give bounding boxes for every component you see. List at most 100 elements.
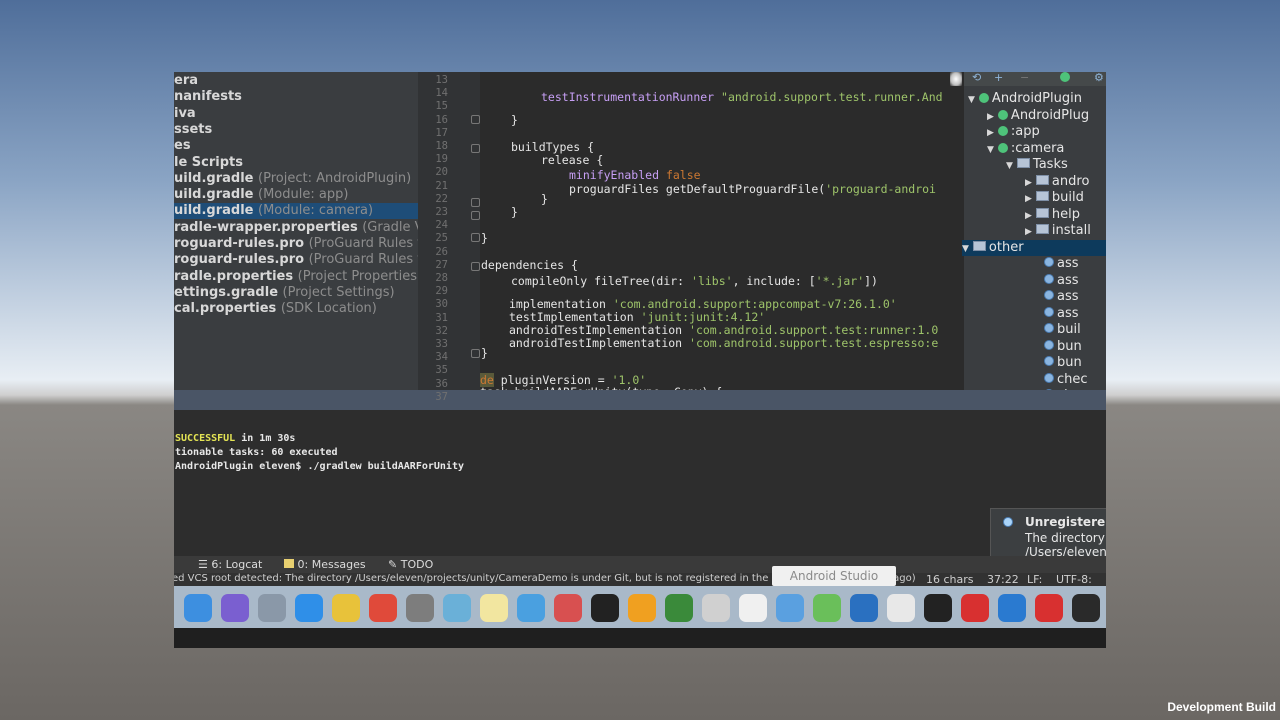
gradle-item-label: install [1051, 223, 1091, 238]
gradle-tree-item[interactable]: ▶ build [1025, 190, 1084, 206]
expand-down-icon[interactable]: ▼ [1006, 161, 1013, 171]
wechat-icon[interactable] [887, 594, 915, 622]
project-tree-item[interactable]: uild.gradle (Module: app) [174, 187, 348, 203]
expand-down-icon[interactable]: ▼ [987, 145, 994, 155]
project-tree-item[interactable]: le Scripts [174, 155, 243, 171]
code-editor[interactable]: testInstrumentationRunner "android.suppo… [480, 72, 964, 402]
gradle-tree-item[interactable]: ass [1044, 306, 1079, 322]
qq-icon[interactable] [924, 594, 952, 622]
project-tree-item[interactable]: ettings.gradle (Project Settings) [174, 285, 395, 301]
terminal-panel[interactable]: SUCCESSFUL in 1m 30s tionable tasks: 60 … [174, 410, 1106, 560]
project-tree-item[interactable]: nanifests [174, 89, 242, 105]
qq-alt-icon[interactable] [1035, 594, 1063, 622]
fold-marker[interactable] [471, 233, 480, 242]
gradle-icon[interactable] [1060, 72, 1070, 82]
status-message[interactable]: ed VCS root detected: The directory /Use… [174, 573, 811, 584]
expand-down-icon[interactable]: ▼ [962, 244, 969, 254]
line-number: 37 [435, 390, 448, 403]
fold-marker[interactable] [471, 144, 480, 153]
project-tree-item[interactable]: radle.properties (Project Properties) [174, 269, 422, 285]
unity-icon[interactable] [1072, 594, 1100, 622]
youdao-icon[interactable] [961, 594, 989, 622]
gradle-tree-item[interactable]: ▶ andro [1025, 174, 1089, 190]
fold-marker[interactable] [471, 349, 480, 358]
xcode-icon[interactable] [776, 594, 804, 622]
vscode-icon[interactable] [998, 594, 1026, 622]
expand-down-icon[interactable]: ▼ [968, 95, 975, 105]
project-tree-item[interactable]: uild.gradle (Project: AndroidPlugin) [174, 171, 411, 187]
expand-right-icon[interactable]: ▶ [1025, 227, 1032, 237]
project-tree-item[interactable]: roguard-rules.pro (ProGuard Rules for [174, 252, 435, 268]
gradle-tree-item[interactable]: ▼:camera [987, 141, 1064, 157]
settings-icon[interactable]: ⚙ [1094, 72, 1104, 84]
project-tree-item[interactable]: ssets [174, 122, 212, 138]
system-preferences-icon[interactable] [406, 594, 434, 622]
gradle-tree-item[interactable]: chec [1044, 372, 1088, 388]
photos-icon[interactable] [739, 594, 767, 622]
gradle-tree-item[interactable]: bun [1044, 355, 1082, 371]
code-token: implementation [509, 297, 613, 311]
gradle-tree-item[interactable]: ▶ AndroidPlug [987, 108, 1089, 124]
gradle-tree-item[interactable]: ▶:app [987, 124, 1040, 140]
gradle-tree-item[interactable]: ▼ other [962, 239, 1106, 256]
fold-marker[interactable] [471, 262, 480, 271]
expand-right-icon[interactable]: ▶ [987, 128, 994, 138]
expand-right-icon[interactable]: ▶ [987, 112, 994, 122]
fold-marker[interactable] [471, 198, 480, 207]
finder-icon[interactable] [184, 594, 212, 622]
project-item-hint: (Project: AndroidPlugin) [258, 170, 412, 186]
refresh-icon[interactable]: ⟲ [972, 72, 981, 84]
gradle-tree-item[interactable]: ▼ AndroidPlugin [968, 91, 1082, 107]
project-tree-item[interactable]: es [174, 138, 191, 154]
fold-marker[interactable] [471, 211, 480, 220]
add-icon[interactable]: + [994, 72, 1003, 84]
tab-logcat[interactable]: ☰ 6: Logcat [198, 558, 262, 571]
siri-icon[interactable] [221, 594, 249, 622]
fold-marker[interactable] [471, 115, 480, 124]
terminal-icon[interactable] [591, 594, 619, 622]
gradle-tree-item[interactable]: ▶ install [1025, 223, 1091, 239]
project-tree-item[interactable]: uild.gradle (Module: camera) [174, 203, 418, 220]
sublime-icon[interactable] [628, 594, 656, 622]
tab-messages[interactable]: 0: Messages [284, 558, 366, 571]
expand-right-icon[interactable]: ▶ [1025, 211, 1032, 221]
android-studio-icon[interactable] [813, 594, 841, 622]
keyboard-icon[interactable] [702, 594, 730, 622]
project-tree-item[interactable]: radle-wrapper.properties (Gradle Versi [174, 220, 446, 236]
status-encoding[interactable]: UTF-8: [1056, 573, 1092, 586]
gradle-tree-item[interactable]: ass [1044, 256, 1079, 272]
gradle-tree-item[interactable]: ▶ help [1025, 207, 1080, 223]
tab-todo[interactable]: ✎ TODO [388, 558, 433, 571]
project-tree-item[interactable]: era [174, 73, 198, 89]
line-number: 26 [435, 245, 448, 258]
gradle-tree-item[interactable]: ass [1044, 289, 1079, 305]
project-tree-item[interactable]: iva [174, 106, 196, 122]
launchpad-icon[interactable] [258, 594, 286, 622]
dock-shadow [174, 628, 1106, 648]
notes-icon[interactable] [480, 594, 508, 622]
remove-icon[interactable]: − [1020, 72, 1029, 84]
code-line-23: } [511, 205, 518, 219]
expand-right-icon[interactable]: ▶ [1025, 178, 1032, 188]
info-icon [1003, 517, 1013, 527]
folder-icon [1035, 191, 1049, 201]
app-red-g-icon[interactable] [369, 594, 397, 622]
gradle-tree-item[interactable]: ▼ Tasks [1006, 157, 1068, 173]
panel-splitter[interactable] [174, 390, 1106, 410]
sourcetree-icon[interactable] [850, 594, 878, 622]
preview-icon[interactable] [443, 594, 471, 622]
safari-icon[interactable] [295, 594, 323, 622]
evernote-icon[interactable] [665, 594, 693, 622]
globe-icon[interactable] [517, 594, 545, 622]
project-tree-item[interactable]: cal.properties (SDK Location) [174, 301, 377, 317]
gradle-tree-item[interactable]: buil [1044, 322, 1081, 338]
gradle-tree-item[interactable]: bun [1044, 339, 1082, 355]
status-line-separator[interactable]: LF: [1027, 573, 1042, 586]
gradle-tree-item[interactable]: ass [1044, 273, 1079, 289]
project-tree-item[interactable]: roguard-rules.pro (ProGuard Rules for [174, 236, 435, 252]
expand-right-icon[interactable]: ▶ [1025, 194, 1032, 204]
chrome-icon[interactable] [332, 594, 360, 622]
app-grid-icon[interactable] [554, 594, 582, 622]
status-position[interactable]: 37:22 [987, 573, 1019, 586]
project-item-name: iva [174, 105, 196, 121]
